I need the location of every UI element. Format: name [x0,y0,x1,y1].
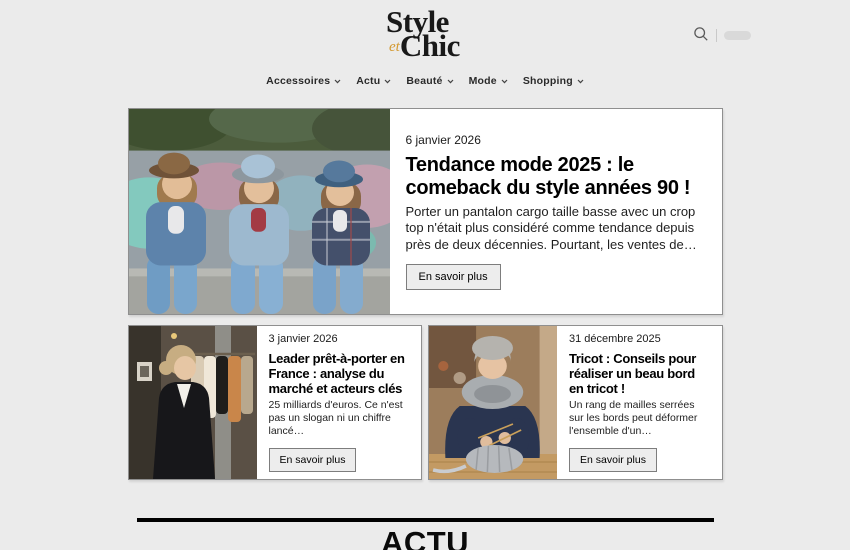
article-excerpt: 25 milliards d'euros. Ce n'est pas un sl… [269,399,409,438]
chevron-down-icon [334,75,341,87]
site-header: Style etChic Accessoires [128,0,723,87]
article-date: 3 janvier 2026 [269,333,409,345]
nav-label: Accessoires [266,75,330,87]
read-more-button[interactable]: En savoir plus [269,448,357,472]
chevron-down-icon [384,75,391,87]
section-title: ACTU [128,525,723,550]
article-title[interactable]: Tricot : Conseils pour réaliser un beau … [569,351,709,397]
toggle-pill[interactable] [724,31,751,40]
logo-conjunction: et [389,39,400,55]
search-icon [693,26,709,45]
article-date: 31 décembre 2025 [569,333,709,345]
article-image[interactable] [429,326,557,479]
chevron-down-icon [447,75,454,87]
article-image-illustration [429,326,557,479]
section-divider [137,518,714,522]
nav-label: Beauté [406,75,442,87]
article-body: 3 janvier 2026 Leader prêt-à-porter en F… [257,326,422,479]
secondary-articles-row: 3 janvier 2026 Leader prêt-à-porter en F… [128,325,723,480]
actu-section-header: ACTU [128,518,723,550]
nav-label: Mode [469,75,497,87]
site-logo[interactable]: Style etChic [386,6,464,61]
article-body: 31 décembre 2025 Tricot : Conseils pour … [557,326,722,479]
featured-article-card: 6 janvier 2026 Tendance mode 2025 : le c… [128,108,723,315]
featured-article-body: 6 janvier 2026 Tendance mode 2025 : le c… [390,109,722,314]
header-divider [716,29,717,42]
main-navigation: Accessoires Actu Beauté Mode Shopping [128,75,723,87]
featured-article-excerpt: Porter un pantalon cargo taille basse av… [406,204,706,253]
logo-line2: etChic [386,30,464,61]
featured-read-more-button[interactable]: En savoir plus [406,264,501,290]
search-button[interactable] [693,26,709,45]
featured-article-title[interactable]: Tendance mode 2025 : le comeback du styl… [406,154,706,200]
article-excerpt: Un rang de mailles serrées sur les bords… [569,399,709,438]
nav-item-accessoires[interactable]: Accessoires [266,75,341,87]
chevron-down-icon [577,75,584,87]
article-title[interactable]: Leader prêt-à-porter en France : analyse… [269,351,409,397]
featured-article-image[interactable] [129,109,390,314]
nav-item-mode[interactable]: Mode [469,75,508,87]
nav-label: Shopping [523,75,573,87]
article-card-pret-a-porter: 3 janvier 2026 Leader prêt-à-porter en F… [128,325,423,480]
nav-item-beaute[interactable]: Beauté [406,75,453,87]
featured-article-date: 6 janvier 2026 [406,133,706,147]
read-more-button[interactable]: En savoir plus [569,448,657,472]
nav-item-actu[interactable]: Actu [356,75,391,87]
chevron-down-icon [501,75,508,87]
featured-image-illustration [129,109,390,314]
article-card-tricot: 31 décembre 2025 Tricot : Conseils pour … [428,325,723,480]
logo-line2-text: Chic [400,28,460,63]
nav-item-shopping[interactable]: Shopping [523,75,584,87]
article-image[interactable] [129,326,257,479]
nav-label: Actu [356,75,380,87]
header-utilities [693,26,751,45]
article-image-illustration [129,326,257,479]
